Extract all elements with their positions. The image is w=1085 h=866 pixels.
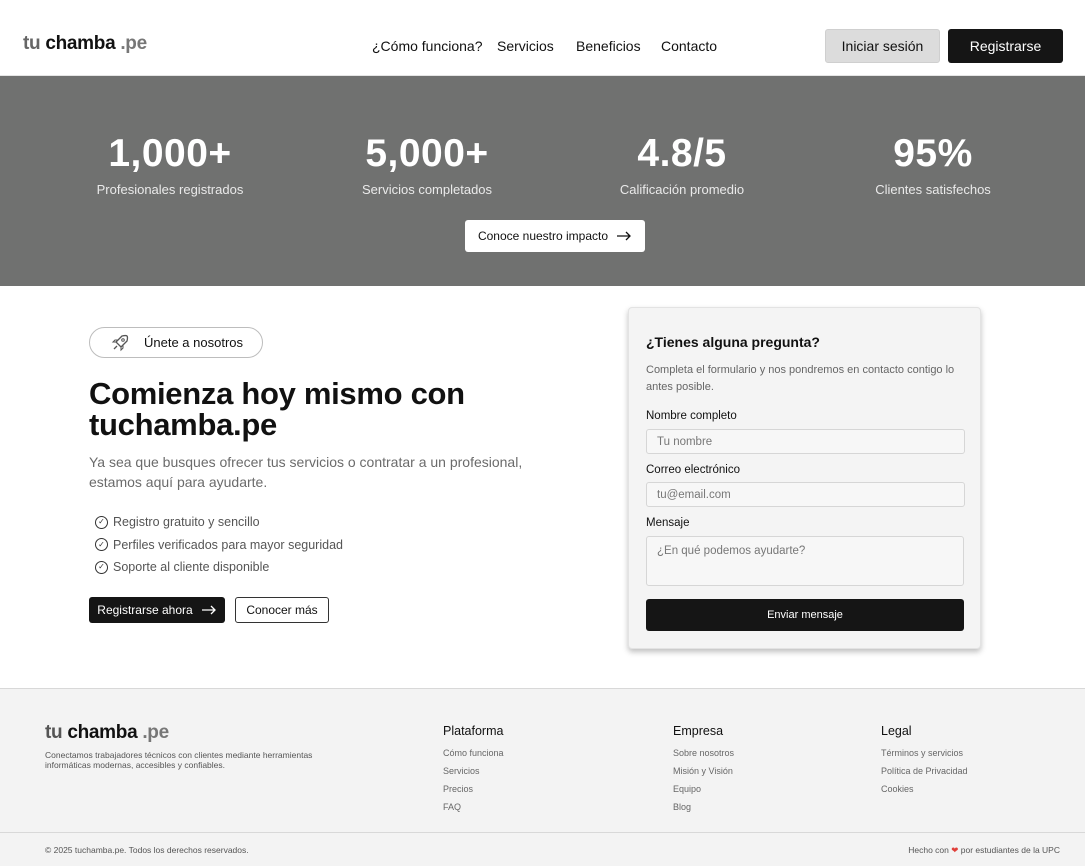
form-description: Completa el formulario y nos pondremos e…	[646, 364, 955, 393]
logo-pe: .pe	[142, 722, 169, 743]
footer-link[interactable]: Cookies	[881, 780, 968, 798]
made-with-text: Hecho con ❤ por estudiantes de la UPC	[908, 845, 1060, 856]
stat-satisfaction: 95% Clientes satisfechos	[813, 132, 1053, 197]
nav-servicios[interactable]: Servicios	[497, 38, 554, 54]
nav-como-funciona[interactable]: ¿Cómo funciona?	[372, 38, 483, 54]
email-field[interactable]: tu@email.com	[646, 482, 965, 507]
stat-services: 5,000+ Servicios completados	[307, 132, 547, 197]
arrow-right-icon	[617, 231, 631, 241]
footer-link[interactable]: Misión y Visión	[673, 762, 734, 780]
learn-more-button[interactable]: Conocer más	[235, 597, 329, 623]
logo-chamba: chamba	[45, 33, 116, 54]
site-header: tu chamba .pe ¿Cómo funciona? Servicios …	[0, 0, 1085, 76]
logo-tu: tu	[45, 722, 63, 743]
copyright-text: © 2025 tuchamba.pe. Todos los derechos r…	[45, 845, 249, 855]
footer-link[interactable]: Términos y servicios	[881, 744, 968, 762]
footer-link[interactable]: FAQ	[443, 798, 504, 816]
made-prefix: Hecho con	[908, 845, 949, 855]
stat-value: 95%	[893, 132, 973, 175]
contact-form: ¿Tienes alguna pregunta? Completa el for…	[628, 307, 981, 649]
stat-label: Clientes satisfechos	[875, 182, 991, 197]
rocket-icon	[111, 334, 129, 351]
nav-beneficios[interactable]: Beneficios	[576, 38, 641, 54]
name-field[interactable]: Tu nombre	[646, 429, 965, 454]
stat-label: Profesionales registrados	[96, 182, 244, 197]
check-circle-icon: ✓	[95, 538, 108, 552]
footer-link[interactable]: Sobre nosotros	[673, 744, 734, 762]
stat-rating: 4.8/5 Calificación promedio	[562, 132, 802, 197]
list-item: ✓ Perfiles verificados para mayor seguri…	[95, 534, 343, 557]
stat-value: 4.8/5	[637, 132, 727, 175]
brand-logo[interactable]: tu chamba .pe	[23, 33, 147, 55]
stat-value: 5,000+	[365, 132, 489, 175]
footer-col-title: Plataforma	[443, 724, 504, 738]
site-footer: tu chamba .pe Conectamos trabajadores té…	[0, 688, 1085, 866]
register-button[interactable]: Registrarse	[948, 29, 1063, 63]
footer-link[interactable]: Precios	[443, 780, 504, 798]
stat-professionals: 1,000+ Profesionales registrados	[50, 132, 290, 197]
impact-button[interactable]: Conoce nuestro impacto	[465, 220, 645, 252]
check-circle-icon: ✓	[95, 560, 108, 574]
footer-divider	[0, 832, 1085, 833]
benefit-text: Soporte al cliente disponible	[113, 560, 270, 575]
list-item: ✓ Soporte al cliente disponible	[95, 556, 343, 579]
benefit-text: Registro gratuito y sencillo	[113, 515, 260, 530]
impact-button-label: Conoce nuestro impacto	[477, 229, 609, 243]
email-label: Correo electrónico	[646, 464, 740, 476]
logo-pe: .pe	[120, 33, 147, 54]
register-now-label: Registrarse ahora	[97, 603, 193, 617]
footer-col-title: Empresa	[673, 724, 724, 738]
arrow-right-icon	[201, 605, 216, 615]
logo-chamba: chamba	[67, 722, 138, 743]
footer-description: Conectamos trabajadores técnicos con cli…	[45, 750, 313, 770]
footer-col-empresa: Empresa Sobre nosotros Misión y Visión E…	[673, 724, 734, 816]
footer-col-title: Legal	[881, 724, 912, 738]
badge-label: Únete a nosotros	[144, 335, 244, 350]
cta-title: Comienza hoy mismo con tuchamba.pe	[89, 376, 465, 442]
footer-link[interactable]: Blog	[673, 798, 734, 816]
stat-label: Servicios completados	[361, 182, 493, 197]
message-label: Mensaje	[646, 517, 690, 529]
check-circle-icon: ✓	[95, 515, 108, 529]
made-suffix: por estudiantes de la UPC	[960, 845, 1060, 855]
send-message-button[interactable]: Enviar mensaje	[646, 599, 964, 631]
stats-section: 1,000+ Profesionales registrados 5,000+ …	[0, 76, 1085, 286]
stat-label: Calificación promedio	[619, 182, 745, 197]
cta-subtitle: Ya sea que busques ofrecer tus servicios…	[89, 454, 523, 490]
list-item: ✓ Registro gratuito y sencillo	[95, 511, 343, 534]
footer-link[interactable]: Cómo funciona	[443, 744, 504, 762]
footer-col-legal: Legal Términos y servicios Política de P…	[881, 724, 968, 798]
footer-link[interactable]: Política de Privacidad	[881, 762, 968, 780]
form-title: ¿Tienes alguna pregunta?	[646, 334, 820, 350]
login-button[interactable]: Iniciar sesión	[825, 29, 940, 63]
stat-value: 1,000+	[108, 132, 232, 175]
footer-link[interactable]: Servicios	[443, 762, 504, 780]
name-label: Nombre completo	[646, 410, 737, 422]
message-field[interactable]: ¿En qué podemos ayudarte?	[646, 536, 964, 586]
benefits-list: ✓ Registro gratuito y sencillo ✓ Perfile…	[95, 511, 343, 579]
footer-col-plataforma: Plataforma Cómo funciona Servicios Preci…	[443, 724, 504, 816]
nav-contacto[interactable]: Contacto	[661, 38, 717, 54]
benefit-text: Perfiles verificados para mayor segurida…	[113, 537, 343, 552]
footer-link[interactable]: Equipo	[673, 780, 734, 798]
logo-tu: tu	[23, 33, 41, 54]
heart-icon: ❤	[951, 845, 959, 855]
join-badge: Únete a nosotros	[89, 327, 263, 358]
register-now-button[interactable]: Registrarse ahora	[89, 597, 225, 623]
footer-logo[interactable]: tu chamba .pe	[45, 722, 169, 744]
